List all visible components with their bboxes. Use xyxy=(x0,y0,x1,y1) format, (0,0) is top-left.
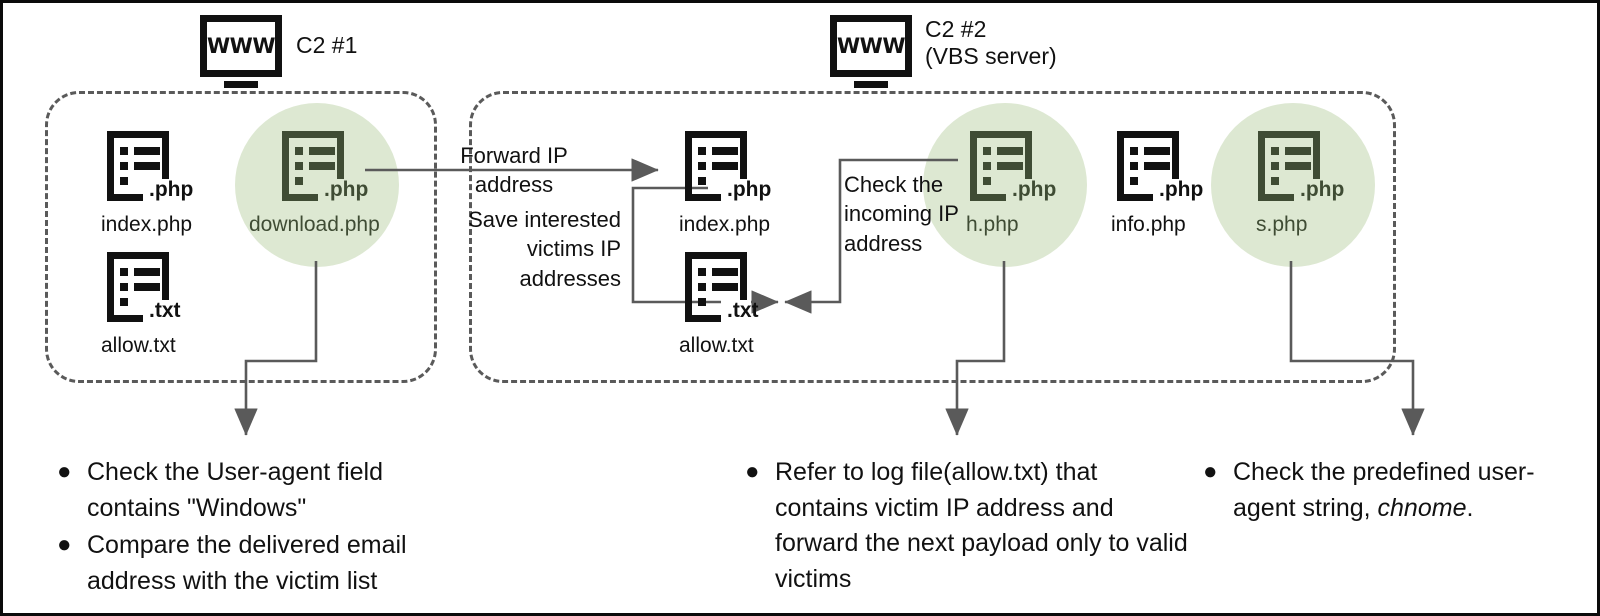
file-node-allow-txt-c2-1[interactable]: .txt allow.txt xyxy=(101,252,251,356)
file-name-label: info.php xyxy=(1111,213,1186,236)
text-line-icon xyxy=(712,162,738,170)
bullet-square-icon xyxy=(983,162,991,170)
text-line-icon xyxy=(309,147,335,155)
file-name-label: allow.txt xyxy=(101,334,176,357)
list-item: ● Compare the delivered email address wi… xyxy=(53,528,473,599)
text-line-icon xyxy=(712,147,738,155)
bullet-icon: ● xyxy=(57,531,72,558)
text-line-icon xyxy=(712,283,738,291)
file-extension-label: .php xyxy=(1300,178,1345,201)
text-line-icon xyxy=(997,147,1023,155)
text-line-icon xyxy=(134,147,160,155)
file-node-index-php-c2-1[interactable]: .php index.php xyxy=(101,131,251,235)
diagram-canvas: WWW C2 #1 WWW C2 #2 (VBS server) .php in… xyxy=(0,0,1600,616)
bullet-square-icon xyxy=(1271,162,1279,170)
monitor-stand-icon xyxy=(224,81,258,88)
bullet-square-icon xyxy=(698,162,706,170)
monitor-screen-icon: WWW xyxy=(200,15,282,77)
file-extension-label: .txt xyxy=(149,299,181,322)
bullet-square-icon xyxy=(120,298,128,306)
text-line-icon xyxy=(134,162,160,170)
server-c2-2: WWW xyxy=(830,15,912,88)
bullet-square-icon xyxy=(698,177,706,185)
bullet-square-icon xyxy=(698,147,706,155)
server-c2-2-label: C2 #2 (VBS server) xyxy=(925,16,1057,70)
bullet-square-icon xyxy=(1130,162,1138,170)
edge-label-forward-ip: Forward IP address xyxy=(460,143,568,198)
file-node-allow-txt-c2-2[interactable]: .txt allow.txt xyxy=(679,252,829,356)
file-name-label: s.php xyxy=(1256,213,1308,236)
bullet-square-icon xyxy=(120,283,128,291)
text-line-icon xyxy=(997,162,1023,170)
bullet-square-icon xyxy=(295,177,303,185)
file-node-index-php-c2-2[interactable]: .php index.php xyxy=(679,131,829,235)
bullet-square-icon xyxy=(1271,177,1279,185)
file-node-info-php[interactable]: .php info.php xyxy=(1111,131,1261,235)
list-item: ● Check the predefined user-agent string… xyxy=(1199,455,1569,526)
bullet-square-icon xyxy=(1271,147,1279,155)
bullet-square-icon xyxy=(295,162,303,170)
www-icon: WWW xyxy=(837,33,906,58)
text-line-icon xyxy=(1144,147,1170,155)
text-line-icon xyxy=(134,268,160,276)
file-name-label: index.php xyxy=(101,213,193,236)
monitor-screen-icon: WWW xyxy=(830,15,912,77)
file-extension-label: .php xyxy=(1159,178,1204,201)
server-c2-1-label: C2 #1 xyxy=(296,32,358,58)
bullet-square-icon xyxy=(295,147,303,155)
file-name-label: index.php xyxy=(679,213,771,236)
bullet-square-icon xyxy=(120,268,128,276)
file-extension-label: .txt xyxy=(727,299,759,322)
text-line-icon xyxy=(712,268,738,276)
note-text-post: . xyxy=(1466,493,1474,522)
bullet-square-icon xyxy=(120,162,128,170)
text-line-icon xyxy=(1144,162,1170,170)
bullet-square-icon xyxy=(1130,147,1138,155)
list-item: ● Refer to log file(allow.txt) that cont… xyxy=(741,455,1189,597)
note-text-emphasis: chnome xyxy=(1377,493,1467,522)
file-name-label: download.php xyxy=(249,213,380,236)
monitor-stand-icon xyxy=(854,81,888,88)
bullet-square-icon xyxy=(698,268,706,276)
text-line-icon xyxy=(1285,147,1311,155)
file-extension-label: .php xyxy=(324,178,369,201)
note-text: Check the predefined user-agent string, … xyxy=(1233,455,1569,526)
bullet-icon: ● xyxy=(57,458,72,485)
edge-label-save-victims: Save interested victims IP addresses xyxy=(468,207,621,291)
bullet-square-icon xyxy=(1130,177,1138,185)
notes-download-php: ● Check the User-agent field contains "W… xyxy=(53,455,473,601)
text-line-icon xyxy=(1285,162,1311,170)
notes-h-php: ● Refer to log file(allow.txt) that cont… xyxy=(741,455,1189,599)
bullet-square-icon xyxy=(698,283,706,291)
www-icon: WWW xyxy=(207,33,276,58)
note-text: Check the User-agent field contains "Win… xyxy=(87,458,383,522)
bullet-square-icon xyxy=(120,177,128,185)
server-c2-1: WWW xyxy=(200,15,282,88)
file-name-label: allow.txt xyxy=(679,334,754,357)
bullet-icon: ● xyxy=(1203,458,1218,485)
list-item: ● Check the User-agent field contains "W… xyxy=(53,455,473,526)
text-line-icon xyxy=(309,162,335,170)
bullet-square-icon xyxy=(120,147,128,155)
notes-s-php: ● Check the predefined user-agent string… xyxy=(1199,455,1569,528)
text-line-icon xyxy=(134,283,160,291)
note-text: Refer to log file(allow.txt) that contai… xyxy=(775,458,1188,593)
bullet-icon: ● xyxy=(745,458,760,485)
file-extension-label: .php xyxy=(1012,178,1057,201)
bullet-square-icon xyxy=(698,298,706,306)
file-extension-label: .php xyxy=(149,178,194,201)
edge-label-check-incoming: Check the incoming IP address xyxy=(844,172,959,256)
bullet-square-icon xyxy=(983,147,991,155)
file-extension-label: .php xyxy=(727,178,772,201)
note-text: Compare the delivered email address with… xyxy=(87,531,407,595)
file-node-s-php[interactable]: .php s.php xyxy=(1252,131,1402,235)
file-node-download-php[interactable]: .php download.php xyxy=(249,131,426,235)
